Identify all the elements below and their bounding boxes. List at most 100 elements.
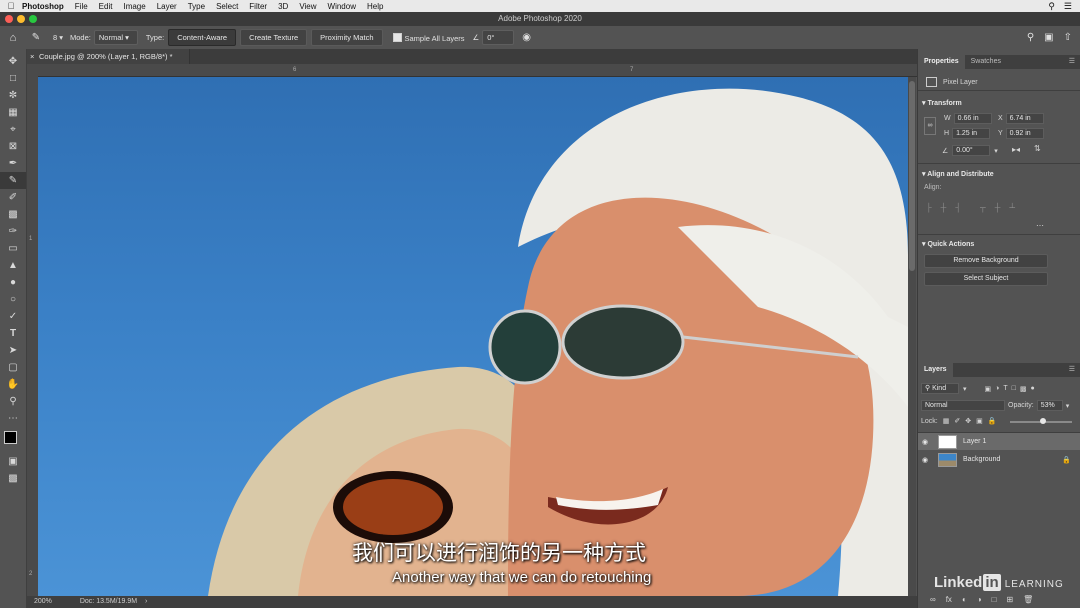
zoom-window-icon[interactable]	[29, 15, 37, 23]
horizontal-ruler[interactable]: 6 7	[27, 64, 917, 77]
share-icon[interactable]: ⇧	[1064, 32, 1072, 43]
screen-mode-icon[interactable]: ▩	[0, 470, 26, 487]
menu-help[interactable]: Help	[367, 2, 383, 11]
visibility-eye-icon[interactable]: ◉	[918, 438, 932, 446]
transform-header[interactable]: ▾ Transform	[922, 99, 962, 107]
clone-stamp-tool-icon[interactable]: ▩	[0, 206, 26, 223]
align-top-icon[interactable]: ┬	[980, 203, 986, 212]
tab-properties[interactable]: Properties	[918, 55, 965, 69]
pen-tool-icon[interactable]: ✓	[0, 308, 26, 325]
close-tab-icon[interactable]: ×	[30, 49, 34, 64]
layer-row[interactable]: ◉ Background 🔒	[918, 451, 1080, 468]
menu-window[interactable]: Window	[328, 2, 356, 11]
brush-tool-icon[interactable]: ✐	[0, 189, 26, 206]
opacity-slider[interactable]	[1010, 418, 1072, 424]
path-select-tool-icon[interactable]: ➤	[0, 342, 26, 359]
align-bottom-icon[interactable]: ┴	[1009, 203, 1015, 212]
more-options-icon[interactable]: ⋯	[1036, 221, 1044, 230]
chevron-down-icon[interactable]: ▾	[963, 385, 967, 393]
kind-filter-select[interactable]: ⚲ Kind	[921, 383, 959, 394]
blend-mode-select[interactable]: Normal	[921, 400, 1005, 411]
visibility-eye-icon[interactable]: ◉	[918, 456, 932, 464]
pressure-size-icon[interactable]: ◉	[522, 32, 531, 43]
frame-tool-icon[interactable]: ⊠	[0, 138, 26, 155]
brush-size-picker[interactable]: 8 ▾	[46, 33, 70, 42]
menu-view[interactable]: View	[299, 2, 316, 11]
lock-image-icon[interactable]: ✐	[954, 417, 960, 425]
filter-type-icon[interactable]: T	[1003, 385, 1007, 392]
add-mask-icon[interactable]: ◐	[962, 595, 967, 604]
remove-background-button[interactable]: Remove Background	[924, 254, 1048, 268]
filter-shape-icon[interactable]: □	[1012, 385, 1016, 392]
menu-image[interactable]: Image	[123, 2, 145, 11]
align-left-icon[interactable]: ├	[926, 203, 932, 212]
menu-select[interactable]: Select	[216, 2, 238, 11]
delete-layer-icon[interactable]: 🗑	[1023, 595, 1033, 604]
close-window-icon[interactable]	[5, 15, 13, 23]
panel-menu-icon[interactable]: ☰	[1063, 55, 1080, 69]
panel-menu-icon[interactable]: ☰	[1063, 363, 1080, 377]
layer-name[interactable]: Background	[963, 456, 1000, 463]
tab-layers[interactable]: Layers	[918, 363, 953, 377]
type-tool-icon[interactable]: T	[0, 325, 26, 342]
link-icon[interactable]: ∞	[924, 117, 936, 135]
angle-field[interactable]: 0°	[482, 30, 515, 45]
opacity-slider-thumb[interactable]	[1039, 418, 1046, 424]
home-icon[interactable]: ⌂	[0, 32, 26, 44]
menu-layer[interactable]: Layer	[157, 2, 177, 11]
new-group-icon[interactable]: □	[992, 595, 997, 604]
eyedropper-tool-icon[interactable]: ✒	[0, 155, 26, 172]
doc-size[interactable]: Doc: 13.5M/19.9M	[80, 598, 137, 605]
align-middle-v-icon[interactable]: ┼	[995, 203, 1001, 212]
link-layers-icon[interactable]: ∞	[930, 595, 936, 604]
layer-style-icon[interactable]: fx	[946, 595, 952, 604]
history-brush-tool-icon[interactable]: ✑	[0, 223, 26, 240]
control-center-icon[interactable]: ☰	[1064, 1, 1072, 12]
search-icon[interactable]: ⚲	[1027, 32, 1034, 43]
menu-edit[interactable]: Edit	[99, 2, 113, 11]
blur-tool-icon[interactable]: ●	[0, 274, 26, 291]
healing-brush-preset-icon[interactable]: ✎	[26, 32, 46, 43]
workspace-icon[interactable]: ▣	[1044, 32, 1053, 43]
layer-row[interactable]: ◉ Layer 1	[918, 433, 1080, 450]
menu-type[interactable]: Type	[188, 2, 205, 11]
lock-artboard-icon[interactable]: ▣	[976, 417, 983, 425]
content-aware-button[interactable]: Content-Aware	[168, 29, 237, 46]
shape-tool-icon[interactable]: ▢	[0, 359, 26, 376]
menu-file[interactable]: File	[75, 2, 88, 11]
flip-vertical-icon[interactable]: ⇅	[1034, 144, 1041, 153]
quick-mask-icon[interactable]: ▣	[0, 453, 26, 470]
filter-smart-object-icon[interactable]: ▩	[1020, 385, 1027, 393]
rotation-field[interactable]: 0.00°	[952, 145, 991, 156]
paint-bucket-tool-icon[interactable]: ▲	[0, 257, 26, 274]
eraser-tool-icon[interactable]: ▭	[0, 240, 26, 257]
opacity-field[interactable]: 53%	[1036, 400, 1063, 411]
tab-swatches[interactable]: Swatches	[965, 55, 1007, 69]
move-tool-icon[interactable]: ✥	[0, 53, 26, 70]
chevron-down-icon[interactable]: ▾	[1066, 402, 1070, 410]
hand-tool-icon[interactable]: ✋	[0, 376, 26, 393]
dodge-tool-icon[interactable]: ○	[0, 291, 26, 308]
width-field[interactable]: 0.66 in	[953, 113, 992, 124]
x-field[interactable]: 6.74 in	[1005, 113, 1044, 124]
layer-name[interactable]: Layer 1	[963, 438, 986, 445]
proximity-match-button[interactable]: Proximity Match	[311, 29, 383, 46]
more-tools-icon[interactable]: ⋯	[0, 410, 26, 427]
marquee-tool-icon[interactable]: □	[0, 70, 26, 87]
lock-position-icon[interactable]: ✥	[965, 417, 971, 425]
zoom-level[interactable]: 200%	[34, 598, 52, 605]
quick-actions-header[interactable]: ▾ Quick Actions	[922, 240, 974, 248]
lock-all-icon[interactable]: 🔒	[988, 417, 997, 425]
menu-filter[interactable]: Filter	[249, 2, 267, 11]
document-tab[interactable]: × Couple.jpg @ 200% (Layer 1, RGB/8*) *	[27, 49, 190, 64]
minimize-window-icon[interactable]	[17, 15, 25, 23]
chevron-down-icon[interactable]: ▾	[994, 147, 998, 155]
mode-select[interactable]: Normal ▾	[93, 30, 138, 45]
new-layer-icon[interactable]: ⊞	[1006, 595, 1013, 604]
lasso-tool-icon[interactable]: ✼	[0, 87, 26, 104]
lock-transparency-icon[interactable]: ▦	[943, 417, 950, 425]
document-canvas[interactable]	[38, 77, 908, 596]
search-icon[interactable]: ⚲	[1048, 1, 1055, 12]
vertical-scrollbar[interactable]	[908, 77, 916, 596]
filter-pixel-icon[interactable]: ▣	[985, 385, 992, 393]
